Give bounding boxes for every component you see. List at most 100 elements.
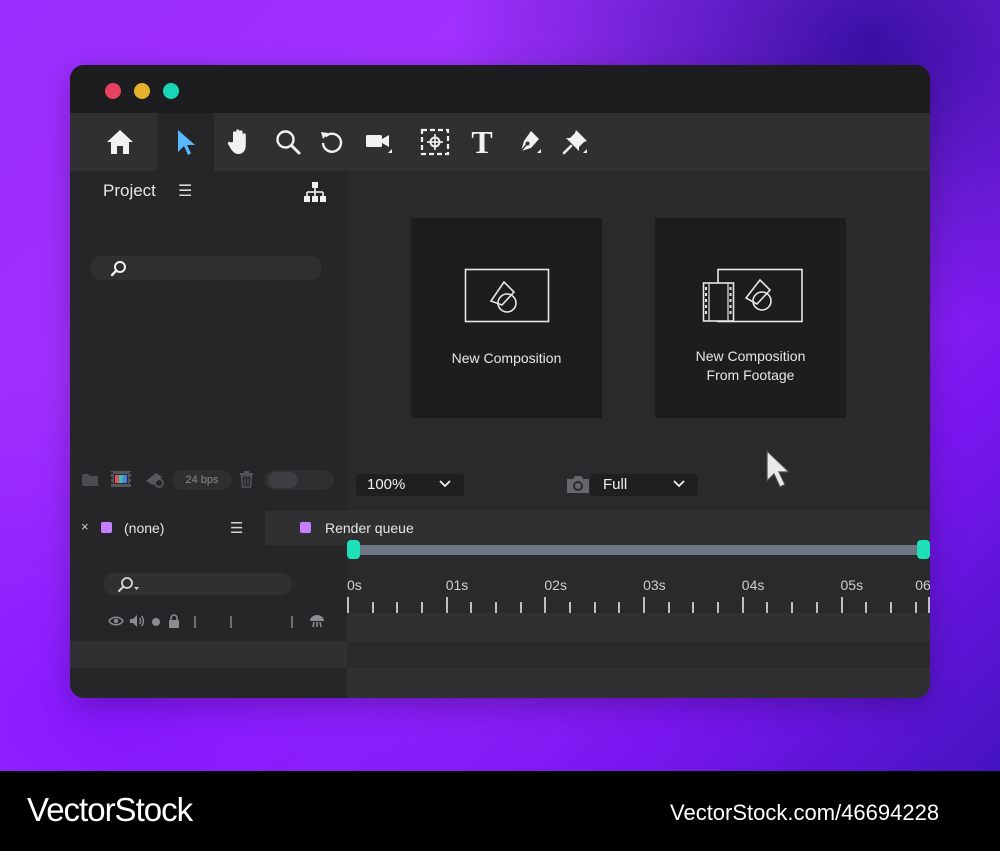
time-label: 01s	[445, 577, 469, 593]
camera-icon	[366, 135, 392, 153]
puppet-pin-tool[interactable]	[550, 113, 600, 171]
minor-tick	[371, 602, 374, 613]
snapshot-camera-icon[interactable]	[565, 473, 591, 495]
minor-tick	[865, 602, 868, 613]
shy-layers-icon[interactable]	[309, 614, 325, 628]
new-composition-from-footage-label-line2: From Footage	[706, 367, 795, 383]
column-divider	[194, 616, 196, 628]
interpret-footage-icon[interactable]	[110, 470, 132, 488]
anchor-point-tool[interactable]	[410, 113, 460, 171]
minor-tick	[421, 602, 424, 613]
watermark-logo: VectorStock	[27, 791, 193, 828]
column-divider	[230, 616, 232, 628]
project-footer: 24 bps	[70, 467, 347, 497]
watermark-url: VectorStock.com/46694228	[670, 800, 940, 825]
minor-tick	[692, 602, 695, 613]
project-menu-button[interactable]: ☰	[178, 181, 192, 201]
time-label: 06s	[915, 577, 930, 593]
major-tick	[445, 597, 448, 613]
minor-tick	[519, 602, 522, 613]
resolution-value: Full	[603, 476, 628, 493]
visibility-eye-icon[interactable]	[108, 615, 124, 627]
hand-icon	[227, 129, 246, 154]
layer-row[interactable]	[70, 641, 347, 668]
time-label: 05s	[840, 577, 864, 593]
time-label: 02s	[544, 577, 567, 593]
app-window: T Project ☰ 24 bps New Composition New C…	[70, 65, 930, 698]
resolution-select[interactable]: Full	[590, 474, 698, 496]
time-label: 03s	[643, 577, 666, 593]
folder-icon[interactable]	[81, 472, 99, 487]
rotate-tool[interactable]	[307, 113, 357, 171]
tab-render-queue-label: Render queue	[325, 520, 414, 536]
new-composition-card[interactable]: New Composition	[411, 218, 602, 418]
mouse-cursor-icon	[766, 449, 791, 488]
pen-tool[interactable]	[504, 113, 554, 171]
major-tick	[741, 597, 744, 613]
time-label: 04s	[741, 577, 765, 593]
lock-icon[interactable]	[168, 614, 180, 628]
composition-viewer: New Composition New Composition From Foo…	[347, 171, 930, 511]
project-search-input[interactable]	[90, 256, 322, 280]
tab-composition-label: (none)	[124, 520, 165, 536]
major-tick	[928, 597, 930, 613]
home-tool[interactable]	[95, 113, 145, 171]
text-tool[interactable]: T	[457, 113, 507, 171]
track-row	[347, 668, 930, 698]
tab-composition-none[interactable]: × (none) ☰	[70, 511, 265, 545]
tab-color-swatch	[101, 522, 112, 533]
selection-tool[interactable]	[157, 113, 214, 171]
column-divider	[291, 616, 293, 628]
minor-tick	[914, 602, 917, 613]
close-window-button[interactable]	[105, 83, 121, 99]
zoom-select[interactable]: 100%	[356, 474, 464, 496]
minor-tick	[717, 602, 720, 613]
new-composition-from-footage-label-line1: New Composition	[695, 348, 806, 364]
flowchart-icon[interactable]	[304, 181, 326, 203]
time-ruler[interactable]: 0s 01s 02s 03s 04s 05s 06s	[347, 545, 930, 613]
search-dropdown-icon	[118, 577, 139, 592]
minor-tick	[618, 602, 621, 613]
layer-panel	[70, 545, 347, 698]
selection-arrow-icon	[177, 130, 195, 155]
composition-from-footage-icon	[702, 268, 803, 323]
trash-icon[interactable]	[239, 471, 254, 488]
layer-search-input[interactable]	[103, 573, 292, 595]
tab-render-queue[interactable]: Render queue	[265, 511, 515, 545]
camera-tool[interactable]	[354, 113, 404, 171]
new-composition-from-footage-card[interactable]: New Composition From Footage	[655, 218, 846, 418]
close-tab-icon[interactable]: ×	[81, 519, 89, 534]
minor-tick	[791, 602, 794, 613]
toolbar: T	[70, 113, 930, 171]
project-panel: Project ☰ 24 bps	[70, 171, 347, 511]
minor-tick	[593, 602, 596, 613]
project-title: Project	[103, 181, 156, 200]
toggle-knob	[268, 472, 298, 488]
new-comp-icon[interactable]	[144, 471, 166, 488]
track-row	[347, 613, 930, 641]
chevron-down-icon	[439, 480, 451, 488]
new-composition-label: New Composition	[451, 350, 562, 366]
home-icon	[107, 130, 133, 154]
minor-tick	[396, 602, 399, 613]
tab-menu-button[interactable]: ☰	[230, 519, 243, 537]
time-label: 0s	[347, 577, 362, 593]
minor-tick	[569, 602, 572, 613]
minimize-window-button[interactable]	[134, 83, 150, 99]
tab-color-swatch	[300, 522, 311, 533]
audio-speaker-icon[interactable]	[129, 614, 145, 628]
maximize-window-button[interactable]	[163, 83, 179, 99]
hand-tool[interactable]	[213, 113, 263, 171]
composition-icon	[464, 268, 550, 323]
track-row	[347, 641, 930, 668]
title-bar	[70, 65, 930, 113]
thumbnail-toggle[interactable]	[264, 470, 334, 490]
minor-tick	[766, 602, 769, 613]
solo-dot-icon[interactable]	[152, 618, 160, 626]
bit-depth-button[interactable]: 24 bps	[172, 470, 232, 490]
zoom-tool[interactable]	[263, 113, 313, 171]
minor-tick	[889, 602, 892, 613]
pen-icon	[520, 131, 541, 153]
puppet-pin-icon	[562, 130, 587, 155]
chevron-down-icon	[673, 480, 685, 488]
